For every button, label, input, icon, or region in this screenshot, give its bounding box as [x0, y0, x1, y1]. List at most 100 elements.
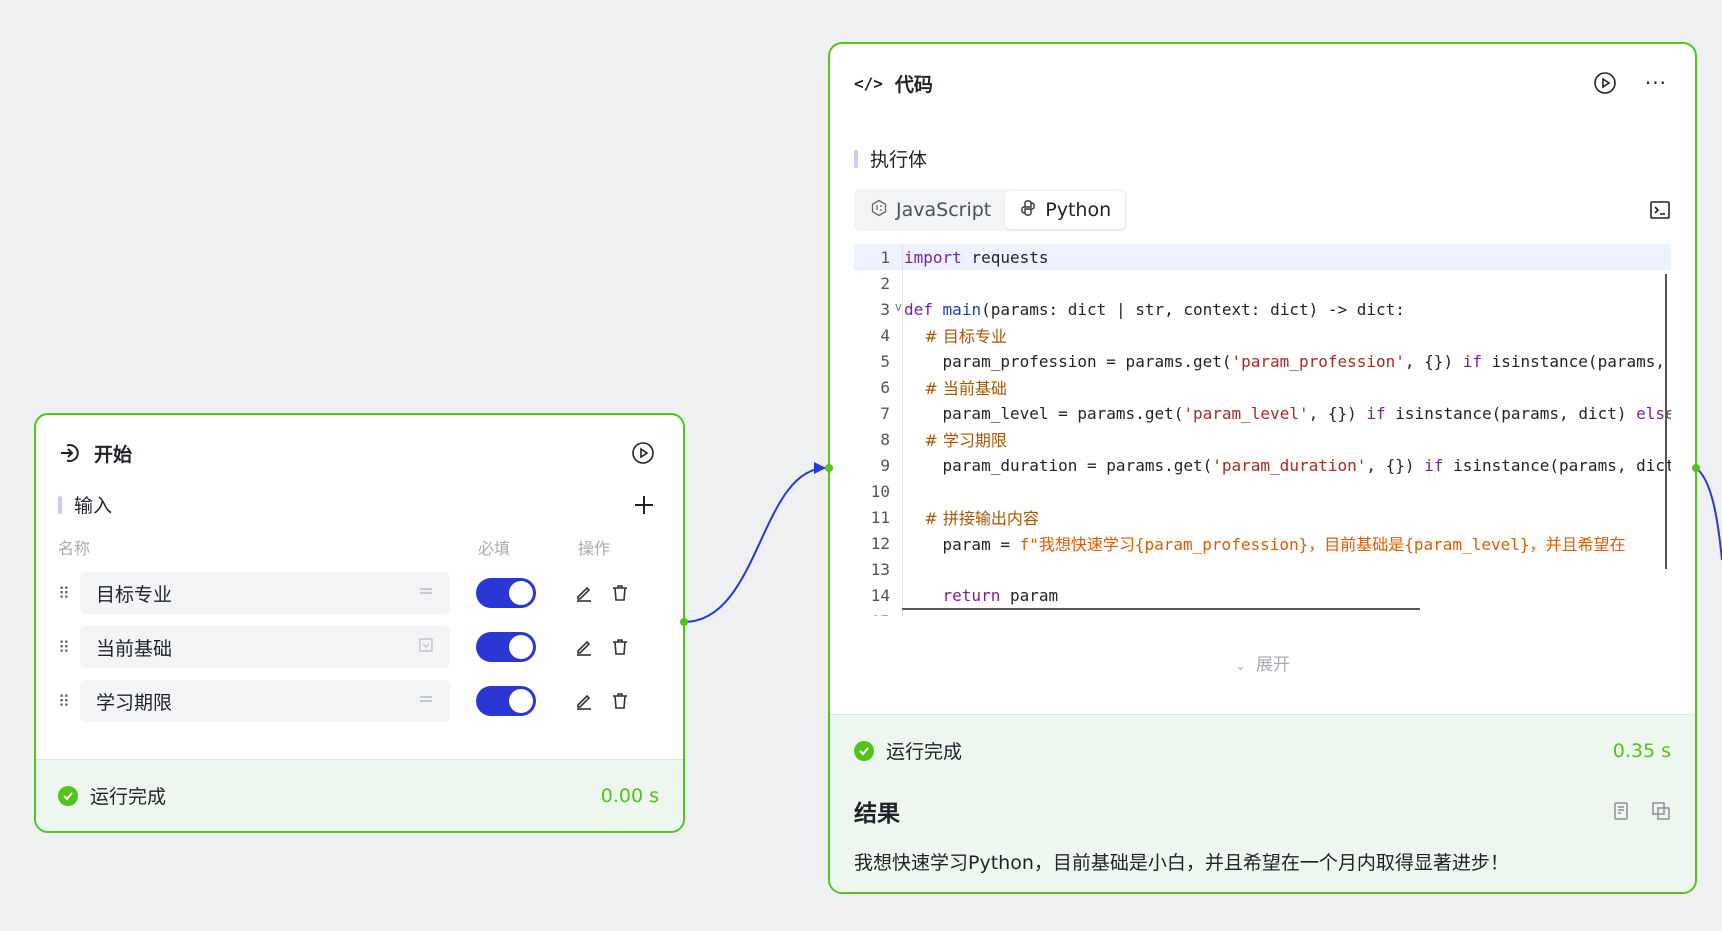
section-label: 输入	[74, 495, 113, 517]
required-toggle[interactable]	[476, 686, 536, 716]
line-number: 1	[880, 247, 890, 267]
exec-section: 执行体	[830, 145, 1695, 172]
section-bar	[58, 495, 62, 514]
view-log-icon[interactable]	[1611, 801, 1631, 821]
start-output-port[interactable]	[680, 618, 688, 626]
required-toggle[interactable]	[476, 578, 536, 608]
code-text: param_level = params.get('param_level', …	[904, 403, 1671, 423]
input-name-label: 当前基础	[96, 637, 173, 660]
code-text: param_profession = params.get('param_pro…	[904, 351, 1671, 371]
check-circle-icon	[854, 740, 874, 761]
code-line[interactable]: 9 param_duration = params.get('param_dur…	[854, 452, 1671, 478]
tab-label: JavaScript	[896, 199, 992, 221]
edge-code-out	[1695, 467, 1722, 561]
expand-label: 展开	[1255, 655, 1290, 675]
code-node-status: 运行完成 0.35 s 结果 我想快速学习Python，目前基础是小白，并且希望…	[830, 714, 1695, 892]
code-output-port[interactable]	[1692, 464, 1700, 472]
code-text: def main(params: dict | str, context: di…	[904, 299, 1405, 319]
code-editor[interactable]: 1 import requests 2 3 v def main(params: dict…	[854, 244, 1671, 616]
code-line[interactable]: 4 # 目标专业	[854, 322, 1671, 348]
code-line[interactable]: 3 v def main(params: dict | str, context: …	[854, 296, 1671, 322]
code-line[interactable]: 13	[854, 556, 1671, 582]
input-name-field[interactable]: 学习期限	[80, 680, 450, 722]
plus-icon	[635, 495, 653, 514]
run-node-button[interactable]	[1593, 71, 1617, 95]
input-row: ⠿ 当前基础	[58, 626, 655, 668]
add-input-button[interactable]	[633, 494, 655, 516]
fold-chevron-icon[interactable]: v	[895, 300, 902, 314]
line-number: 15	[854, 612, 896, 617]
run-node-button[interactable]	[631, 441, 655, 465]
tab-javascript[interactable]: JavaScript	[856, 191, 1005, 229]
workflow-canvas[interactable]: 开始 输入 名称 必填 操作 ⠿ 目标专业 ⠿ 当前基础 ⠿ 学习期限 运行完成…	[0, 0, 1722, 931]
expand-button[interactable]: ⌄ 展开	[830, 650, 1695, 675]
input-name-field[interactable]: 当前基础	[80, 626, 450, 668]
edge-start-to-code	[683, 467, 827, 623]
drag-handle-icon[interactable]: ⠿	[58, 584, 78, 603]
line-number: 2	[880, 273, 890, 293]
start-node[interactable]: 开始 输入 名称 必填 操作 ⠿ 目标专业 ⠿ 当前基础 ⠿ 学习期限 运行完成…	[34, 413, 685, 833]
inputs-table-header: 名称 必填 操作	[58, 534, 655, 560]
column-required: 必填	[478, 539, 511, 558]
code-line[interactable]: 14 return param	[854, 582, 1671, 608]
tab-label: Python	[1045, 199, 1112, 221]
text-lines-icon	[418, 583, 434, 603]
code-line[interactable]: 1 import requests	[854, 244, 1671, 270]
line-number: 3v	[880, 299, 902, 319]
code-line[interactable]: 2	[854, 270, 1671, 296]
status-text: 运行完成	[90, 786, 167, 808]
status-time: 0.35 s	[1612, 739, 1671, 762]
code-line[interactable]: 11 # 拼接输出内容	[854, 504, 1671, 530]
code-line[interactable]: 6 # 当前基础	[854, 374, 1671, 400]
check-circle-icon	[58, 785, 78, 806]
code-node[interactable]: </> 代码 ··· 执行体 JavaScript Python 1 impor…	[828, 42, 1697, 894]
horizontal-scrollbar[interactable]	[902, 608, 1420, 610]
section-bar	[854, 149, 858, 168]
code-line[interactable]: 8 # 学习期限	[854, 426, 1671, 452]
drag-handle-icon[interactable]: ⠿	[58, 638, 78, 657]
input-name-field[interactable]: 目标专业	[80, 572, 450, 614]
nodejs-icon	[870, 199, 888, 222]
code-line[interactable]: 5 param_profession = params.get('param_p…	[854, 348, 1671, 374]
language-tabs: JavaScript Python	[854, 188, 1671, 232]
required-toggle[interactable]	[476, 632, 536, 662]
inputs-section-title: 输入	[58, 491, 112, 518]
delete-icon[interactable]	[610, 637, 630, 657]
vertical-scrollbar[interactable]	[1665, 274, 1667, 569]
drag-handle-icon[interactable]: ⠿	[58, 692, 78, 711]
code-line[interactable]: 10	[854, 478, 1671, 504]
status-time: 0.00 s	[600, 784, 659, 807]
exec-section-title: 执行体	[854, 145, 1671, 172]
line-number: 9	[880, 455, 890, 475]
code-text: param = f"我想快速学习{param_profession}，目前基础是…	[904, 535, 1626, 554]
code-node-title: 代码	[894, 73, 933, 96]
terminal-icon[interactable]	[1649, 199, 1671, 221]
line-number: 14	[870, 585, 890, 605]
edit-icon[interactable]	[574, 637, 594, 657]
column-name: 名称	[58, 539, 91, 558]
start-node-title: 开始	[94, 443, 133, 466]
edit-icon[interactable]	[574, 691, 594, 711]
line-number: 6	[880, 377, 890, 397]
play-circle-icon	[1594, 72, 1616, 94]
result-text: 我想快速学习Python，目前基础是小白，并且希望在一个月内取得显著进步！	[854, 852, 1509, 874]
code-line[interactable]: 12 param = f"我想快速学习{param_profession}，目前…	[854, 530, 1671, 556]
delete-icon[interactable]	[610, 583, 630, 603]
tab-python[interactable]: Python	[1005, 191, 1126, 229]
code-node-header: </> 代码 ···	[830, 63, 1695, 103]
start-node-header: 开始	[36, 433, 683, 473]
code-input-port[interactable]	[825, 464, 833, 472]
code-line[interactable]: 7 param_level = params.get('param_level'…	[854, 400, 1671, 426]
result-title: 结果	[854, 801, 900, 827]
copy-icon[interactable]	[1651, 801, 1671, 821]
start-node-status: 运行完成 0.00 s	[36, 759, 683, 831]
line-number: 4	[880, 325, 890, 345]
input-row: ⠿ 目标专业	[58, 572, 655, 614]
more-icon[interactable]: ···	[1645, 71, 1667, 95]
line-number: 12	[870, 533, 890, 553]
column-actions: 操作	[578, 539, 611, 558]
edit-icon[interactable]	[574, 583, 594, 603]
delete-icon[interactable]	[610, 691, 630, 711]
input-row: ⠿ 学习期限	[58, 680, 655, 722]
input-name-label: 学习期限	[96, 691, 173, 714]
